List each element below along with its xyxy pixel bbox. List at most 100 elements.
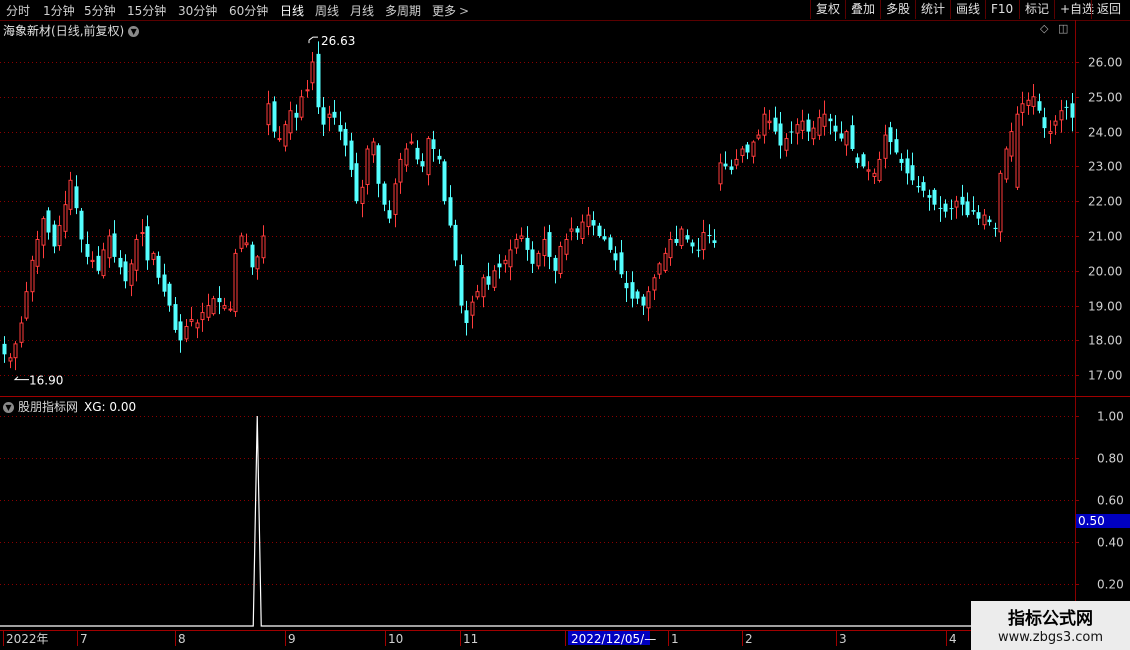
candle-body xyxy=(839,133,844,139)
candle-body xyxy=(184,325,189,340)
chart-area[interactable]: 26.0025.0024.0023.0022.0021.0020.0019.00… xyxy=(0,0,1130,650)
candle-body xyxy=(118,257,123,268)
candle-body xyxy=(630,282,635,299)
candle-body xyxy=(652,277,657,291)
candle-body xyxy=(525,237,530,250)
candle-body xyxy=(949,208,954,210)
watermark: 指标公式网 www.zbgs3.com xyxy=(971,601,1130,650)
candle-body xyxy=(321,107,326,125)
indicator-tick-label: 0.80 xyxy=(1097,452,1124,466)
candle-body xyxy=(833,125,838,132)
candle-body xyxy=(1048,131,1053,134)
candle-body xyxy=(327,113,332,118)
candle-body xyxy=(580,221,585,239)
candle-body xyxy=(371,141,376,156)
candle-body xyxy=(519,235,524,239)
candle-body xyxy=(899,158,904,163)
candle-body xyxy=(41,218,46,246)
candle-body xyxy=(101,249,106,277)
candle-body xyxy=(288,110,293,134)
candle-body xyxy=(872,172,877,178)
candle-body xyxy=(431,139,436,149)
high-arrow xyxy=(308,36,318,41)
candle-body xyxy=(954,200,959,208)
panel-toggle-icon[interactable]: ◫ xyxy=(1058,22,1068,35)
candle-body xyxy=(222,305,227,309)
candle-body xyxy=(68,179,73,210)
chevron-down-icon[interactable]: ▼ xyxy=(3,402,14,413)
candle-body xyxy=(707,235,712,237)
candle-body xyxy=(453,224,458,261)
candle-body xyxy=(558,245,563,275)
candle-body xyxy=(338,125,343,132)
candle-body xyxy=(987,219,992,223)
candle-body xyxy=(1064,106,1069,108)
candle-body xyxy=(998,172,1003,233)
candle-body xyxy=(387,210,392,219)
candle-body xyxy=(971,210,976,212)
watermark-title: 指标公式网 xyxy=(1008,609,1093,629)
candle-body xyxy=(90,259,95,262)
candle-body xyxy=(993,227,998,230)
candle-body xyxy=(844,131,849,146)
candle-body xyxy=(861,154,866,167)
candle-body xyxy=(332,111,337,118)
candle-body xyxy=(57,225,62,247)
candle-body xyxy=(1020,103,1025,113)
indicator-name: 股朋指标网 xyxy=(18,400,79,414)
date-tick-label: 10 xyxy=(388,632,403,646)
candle-body xyxy=(773,117,778,132)
candle-body xyxy=(24,291,29,319)
candle-body xyxy=(459,265,464,306)
chevron-down-icon[interactable]: ▼ xyxy=(128,26,140,37)
candle-body xyxy=(729,166,734,170)
candle-body xyxy=(503,259,508,265)
candle-body xyxy=(305,89,310,92)
candle-body xyxy=(1059,110,1064,121)
candle-body xyxy=(712,240,717,243)
indicator-tick-label: 0.20 xyxy=(1097,578,1124,592)
candle-body xyxy=(591,220,596,226)
candle-body xyxy=(316,53,321,108)
candle-body xyxy=(349,140,354,170)
candle-body xyxy=(575,228,580,233)
candle-body xyxy=(123,261,128,282)
candle-body xyxy=(442,161,447,202)
low-arrow xyxy=(13,376,29,381)
diamond-icon[interactable]: ◇ xyxy=(1040,22,1048,35)
price-tick-label: 22.00 xyxy=(1088,195,1122,209)
candle-body xyxy=(354,163,359,202)
candle-body xyxy=(530,249,535,264)
price-tick-label: 25.00 xyxy=(1088,91,1122,105)
price-tick-label: 19.00 xyxy=(1088,300,1122,314)
candle-body xyxy=(905,158,910,174)
date-tick-label: 9 xyxy=(288,632,296,646)
indicator-title: ▼ 股朋指标网 XG: 0.00 xyxy=(3,398,136,415)
candle-body xyxy=(866,169,871,172)
candle-body xyxy=(8,357,13,362)
candle-body xyxy=(663,252,668,271)
candle-body xyxy=(151,252,156,260)
candle-body xyxy=(756,134,761,139)
candle-body xyxy=(310,61,315,84)
candle-body xyxy=(916,185,921,188)
candle-body xyxy=(927,195,932,198)
candle-body xyxy=(586,214,591,228)
candle-body xyxy=(129,263,134,286)
candle-body xyxy=(294,112,299,118)
candle-body xyxy=(508,249,513,268)
candlestick-series xyxy=(2,41,1075,371)
date-tick-label: 1 xyxy=(671,632,679,646)
candle-body xyxy=(255,256,260,270)
candle-body xyxy=(360,186,365,204)
indicator-tick-label: 0.60 xyxy=(1097,494,1124,508)
price-tick-label: 20.00 xyxy=(1088,265,1122,279)
candle-body xyxy=(283,124,288,147)
date-tick-label: 2 xyxy=(745,632,753,646)
candle-body xyxy=(553,257,558,271)
price-tick-label: 23.00 xyxy=(1088,160,1122,174)
candle-body xyxy=(239,235,244,249)
xg-value: XG: 0.00 xyxy=(84,400,137,414)
candle-body xyxy=(206,305,211,318)
candle-body xyxy=(894,139,899,153)
